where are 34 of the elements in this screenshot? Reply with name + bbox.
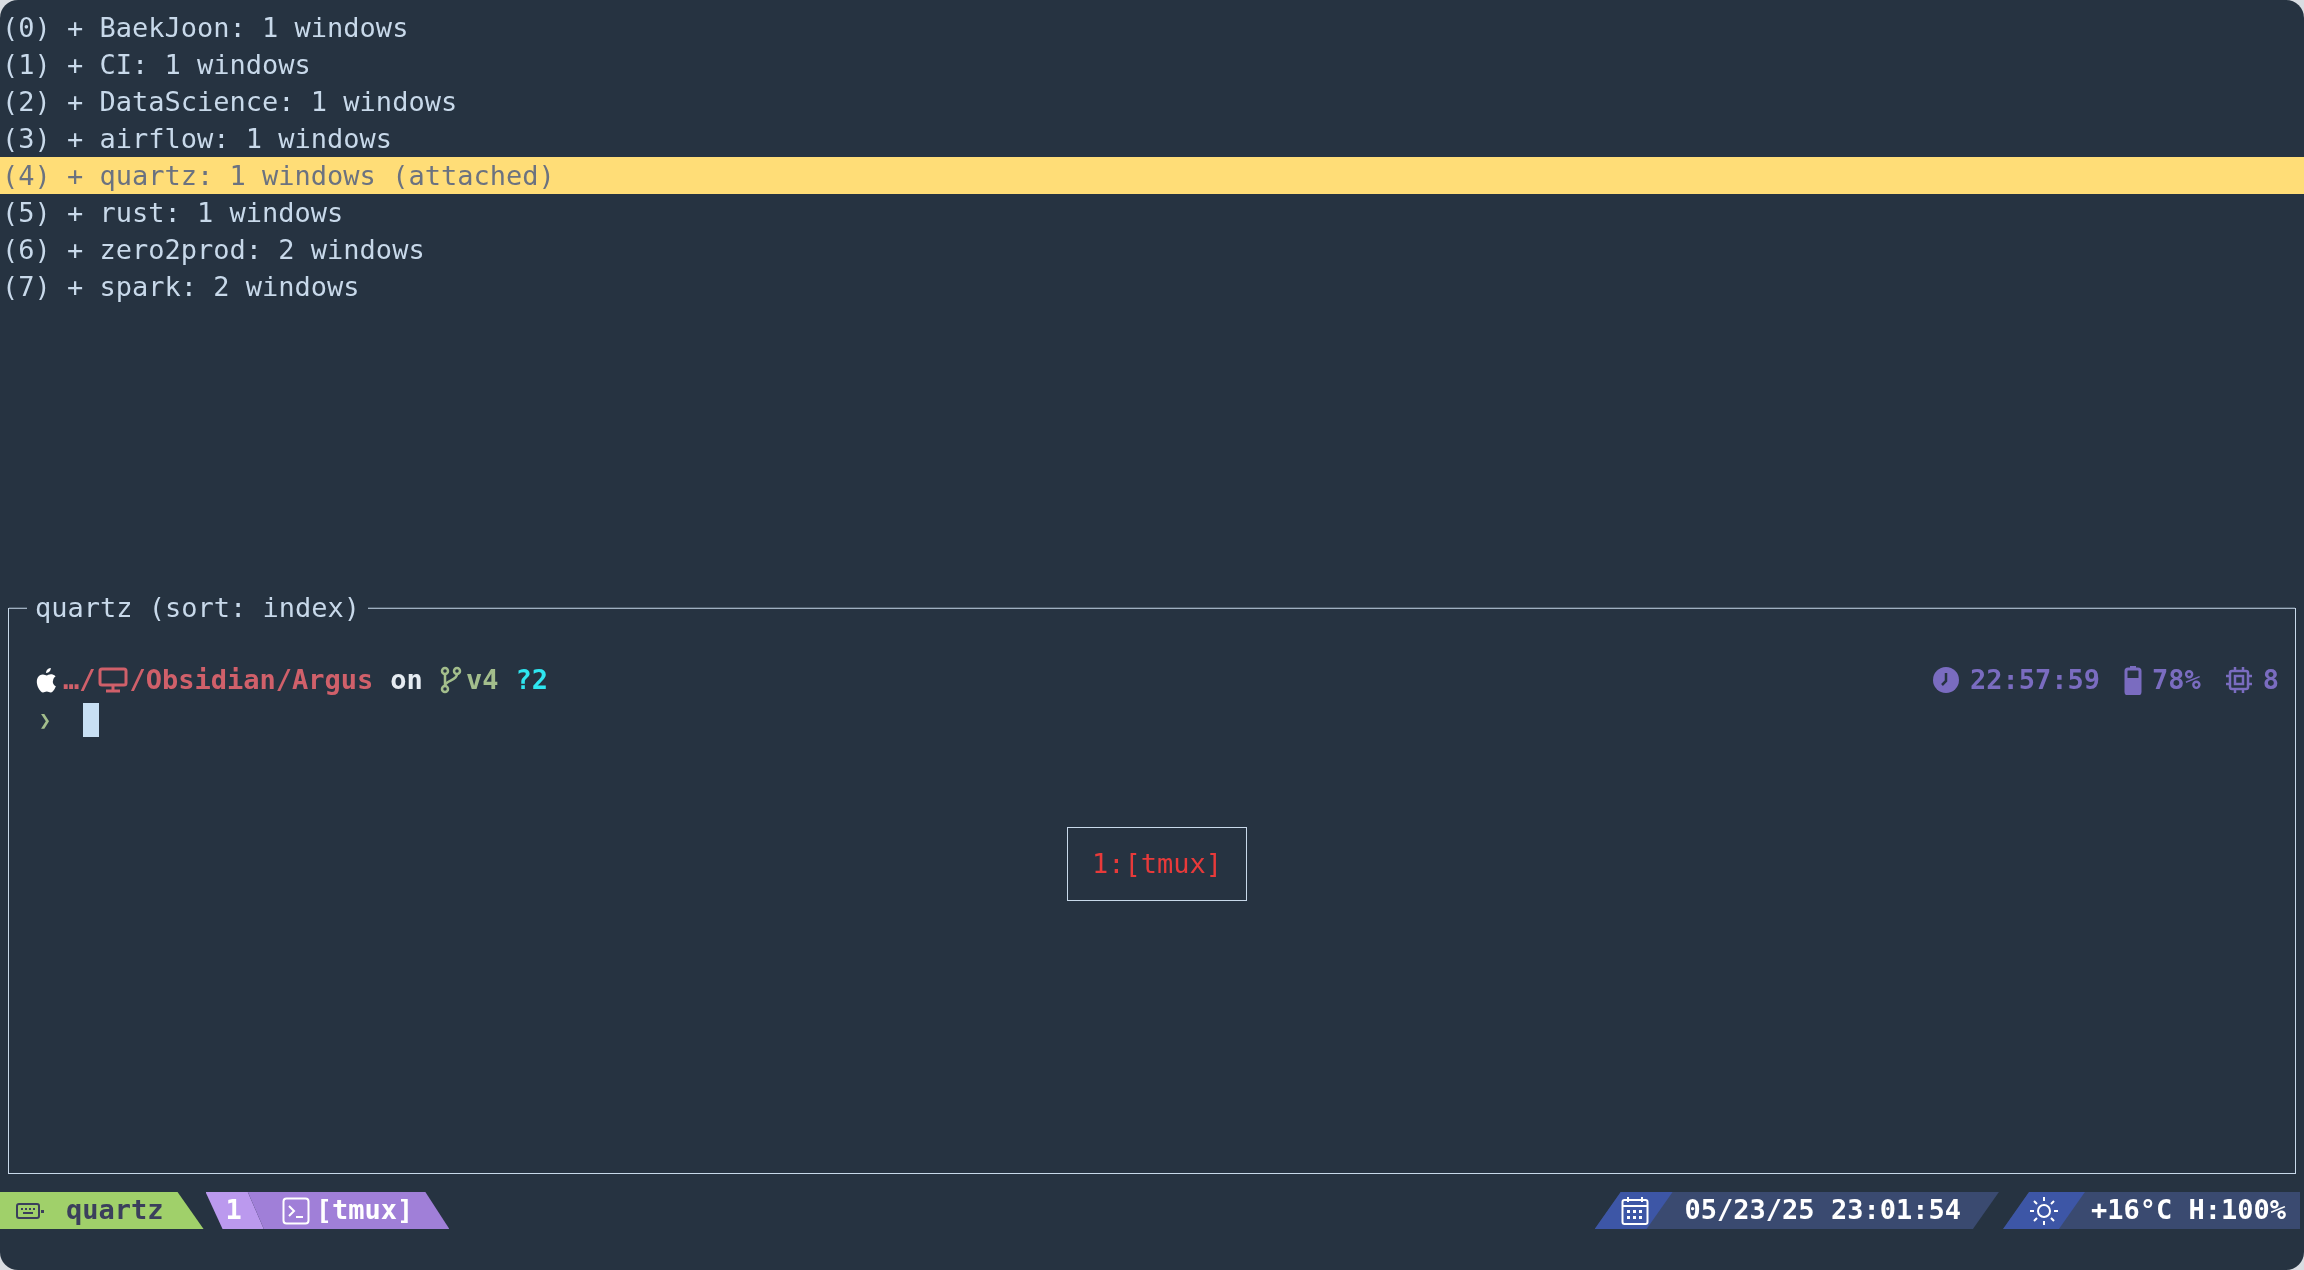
cpu-count: 8 [2262, 663, 2279, 697]
session-row[interactable]: (6) + zero2prod: 2 windows [0, 231, 2304, 268]
prompt-symbol: ❯ [39, 706, 52, 734]
apple-icon [35, 667, 57, 693]
session-row[interactable]: (0) + BaekJoon: 1 windows [0, 9, 2304, 46]
calendar-icon [1620, 1195, 1649, 1226]
keyboard-icon [16, 1201, 44, 1220]
directory-path: /Obsidian/Argus [129, 663, 374, 697]
battery-level: 78% [2151, 663, 2201, 697]
git-status: ?2 [515, 663, 548, 697]
clock-icon [1931, 666, 1960, 695]
clock-time: 22:57:59 [1969, 663, 2100, 697]
window-label: 1:[tmux] [1066, 826, 1247, 901]
monitor-icon [97, 667, 128, 694]
battery-icon [2123, 665, 2142, 696]
path-ellipsis: …/ [63, 663, 96, 697]
cpu-icon [2224, 666, 2253, 695]
session-name: quartz [66, 1193, 164, 1228]
window-name: [tmux] [315, 1193, 414, 1228]
sun-icon [2028, 1195, 2059, 1226]
weather-info: +16°C H:100% [2090, 1193, 2286, 1228]
git-branch: v4 [465, 663, 499, 697]
session-row[interactable]: (3) + airflow: 1 windows [0, 120, 2304, 157]
session-row[interactable]: (2) + DataScience: 1 windows [0, 83, 2304, 120]
git-branch-icon [439, 666, 462, 695]
date-time: 05/23/25 23:01:54 [1684, 1193, 1961, 1228]
session-row[interactable]: (1) + CI: 1 windows [0, 46, 2304, 83]
session-row[interactable]: (7) + spark: 2 windows [0, 268, 2304, 305]
preview-title: quartz (sort: index) [34, 590, 362, 625]
session-row[interactable]: (5) + rust: 1 windows [0, 194, 2304, 231]
prompt-text: on [390, 663, 423, 697]
cursor [83, 702, 100, 737]
session-row[interactable]: (4) + quartz: 1 windows (attached) [0, 157, 2304, 194]
terminal-icon [281, 1196, 310, 1225]
